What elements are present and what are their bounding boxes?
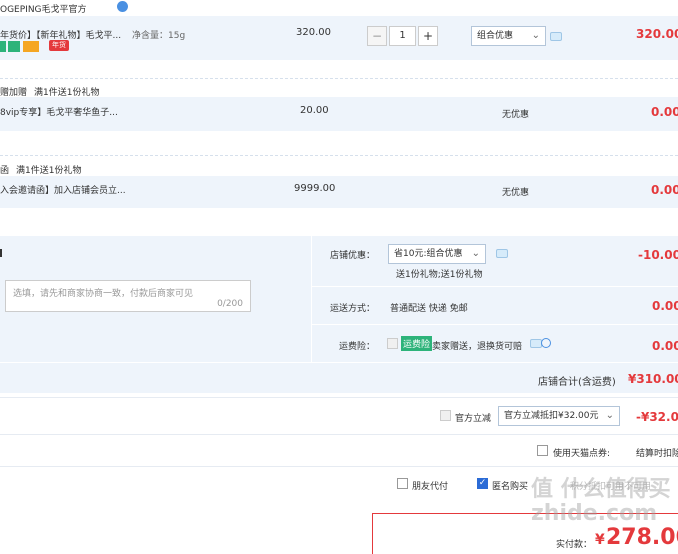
gift2-promo: 无优惠 <box>502 188 530 198</box>
official-discount-select-value: 官方立减抵扣¥32.00元 <box>504 411 599 421</box>
shop-discount-amount: -10.00 <box>638 248 678 262</box>
item1-promo-select[interactable]: 组合优惠 ⌄ <box>471 26 546 46</box>
divider <box>0 397 678 398</box>
chevron-down-icon: ⌄ <box>605 410 614 421</box>
shop-discount-select-value: 省10元:组合优惠 <box>394 249 463 259</box>
shipping-amount: 0.00 <box>652 299 678 313</box>
chevron-down-icon: ⌄ <box>531 30 540 41</box>
message-placeholder: 选填，请先和商家协商一致，付款后商家可见 <box>13 289 194 299</box>
gift1-subtotal: 0.00 <box>651 105 678 119</box>
official-discount-select[interactable]: 官方立减抵扣¥32.00元 ⌄ <box>498 406 620 426</box>
final-amount: 278.00 <box>606 525 678 550</box>
shop-total-label: 店铺合计(含运费) <box>538 377 616 388</box>
divider <box>0 466 678 467</box>
gift2-price: 9999.00 <box>294 183 336 194</box>
item1-qty-minus[interactable]: − <box>367 26 387 46</box>
divider <box>0 434 678 435</box>
insurance-tag: 运费险 <box>401 336 433 351</box>
item1-icon-2 <box>8 41 20 52</box>
shipping-value: 普通配送 快递 免邮 <box>390 304 468 314</box>
final-label: 实付款： <box>556 540 593 550</box>
gift1-price: 20.00 <box>300 105 329 116</box>
tmall-points-checkbox[interactable] <box>537 445 548 456</box>
official-discount-amount: -¥32.00 <box>636 410 678 424</box>
tmall-points-text: 结算时扣除 <box>636 449 678 459</box>
item1-promo-select-value: 组合优惠 <box>477 31 514 41</box>
shop-discount-chat-icon[interactable] <box>496 249 508 258</box>
insurance-label: 运费险： <box>339 342 376 352</box>
final-currency: ¥ <box>595 532 605 548</box>
anonymous-label: 匿名购买 <box>492 482 529 492</box>
insurance-text: 卖家赠送，退换货可赔 <box>432 342 523 352</box>
gift1-promo: 无优惠 <box>502 110 530 120</box>
item1-qty-plus[interactable]: + <box>418 26 438 46</box>
divider <box>0 155 678 156</box>
official-discount-checkbox[interactable] <box>440 410 451 421</box>
shipping-label: 运送方式： <box>330 304 376 314</box>
message-count: 0/200 <box>217 299 243 309</box>
gift2-header-tag: 函 <box>0 166 10 176</box>
chevron-down-icon: ⌄ <box>471 248 480 259</box>
shop-badge-icon <box>117 1 128 12</box>
anonymous-checkbox[interactable]: ✓ <box>477 478 488 489</box>
friend-pay-checkbox[interactable] <box>397 478 408 489</box>
insurance-checkbox[interactable] <box>387 338 398 349</box>
gift1-title[interactable]: 8vip专享】毛戈平奢华鱼子... <box>0 105 118 118</box>
shop-discount-note: 送1份礼物;送1份礼物 <box>396 270 483 280</box>
shop-total-amount: ¥310.00 <box>628 372 678 386</box>
divider <box>311 286 678 287</box>
insurance-amount: 0.00 <box>652 339 678 353</box>
item1-subtotal: 320.00 <box>636 27 678 41</box>
message-textarea[interactable]: 选填，请先和商家协商一致，付款后商家可见 0/200 <box>5 280 251 312</box>
divider <box>311 236 312 362</box>
item1-spec: 净含量：15g <box>132 31 186 41</box>
friend-pay-label: 朋友代付 <box>412 482 449 492</box>
official-discount-label: 官方立减 <box>455 414 492 424</box>
item1-unit-price: 320.00 <box>296 27 331 38</box>
item1-newyear-badge: 年货 <box>49 40 69 51</box>
shop-discount-label: 店铺优惠： <box>330 251 376 261</box>
shop-discount-select[interactable]: 省10元:组合优惠 ⌄ <box>388 244 486 264</box>
watermark: 值 什么值得买 zhide.com <box>531 477 671 526</box>
gift2-subtotal: 0.00 <box>651 183 678 197</box>
divider <box>0 362 678 363</box>
divider <box>311 324 678 325</box>
shop-name[interactable]: OGEPING毛戈平官方 <box>0 2 87 15</box>
tmall-points-label: 使用天猫点券: <box>553 449 611 459</box>
item1-card-icon <box>23 41 39 52</box>
message-label-marker <box>0 249 2 257</box>
help-icon[interactable] <box>541 338 551 348</box>
divider <box>0 78 678 79</box>
item1-chat-icon[interactable] <box>550 32 562 41</box>
gift2-header-text: 满1件送1份礼物 <box>16 166 82 176</box>
item1-qty-input[interactable]: 1 <box>389 26 416 46</box>
gift2-title[interactable]: 入会邀请函】加入店铺会员立... <box>0 183 126 196</box>
item1-icon-1 <box>0 41 6 52</box>
